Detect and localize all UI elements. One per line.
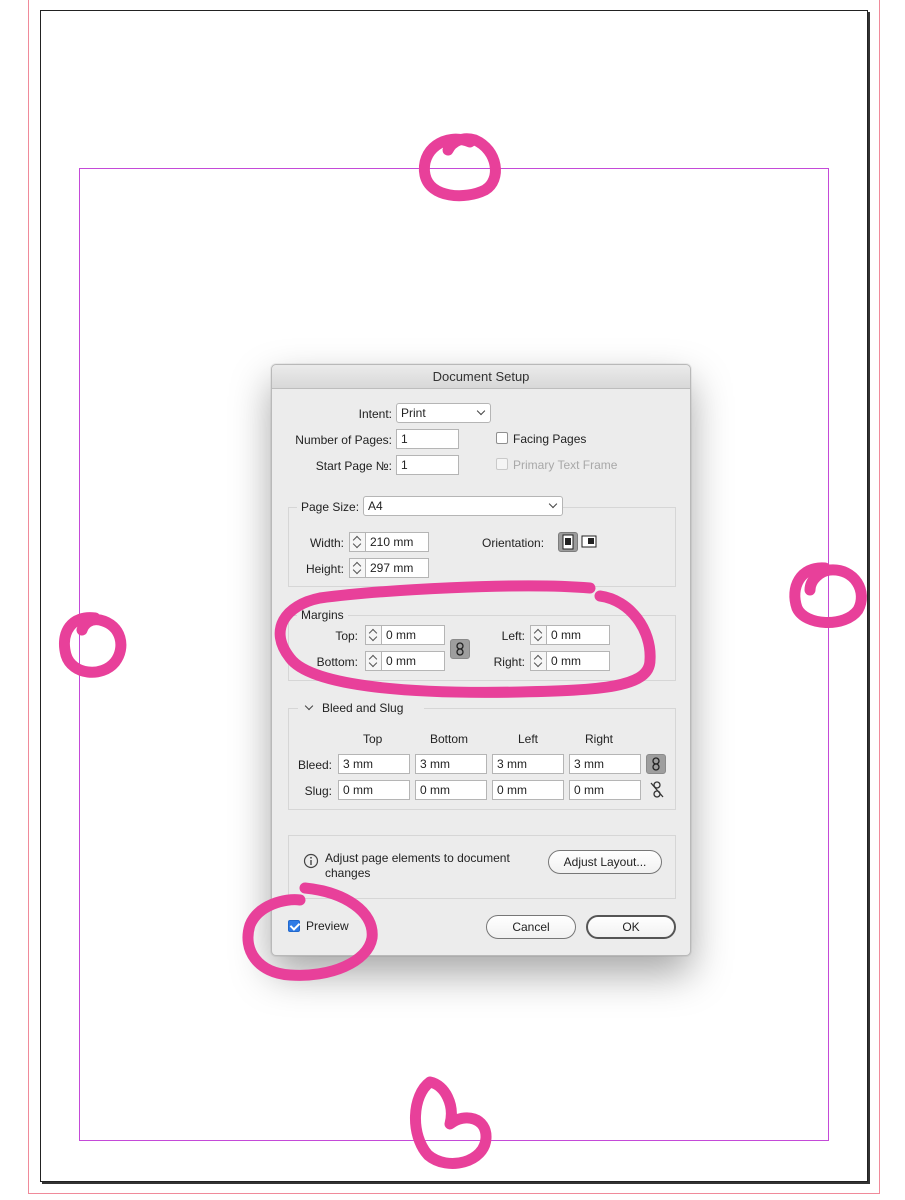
primary-text-frame-checkbox[interactable]	[496, 458, 508, 470]
margin-left-input[interactable]: 0 mm	[546, 625, 610, 645]
width-stepper[interactable]	[349, 532, 365, 552]
bleed-slug-title: Bleed and Slug	[322, 701, 404, 715]
bleed-label: Bleed:	[297, 758, 332, 772]
slug-bottom-input[interactable]: 0 mm	[415, 780, 487, 800]
intent-label: Intent:	[358, 407, 392, 421]
margin-bottom-label: Bottom:	[316, 655, 358, 669]
margin-right-stepper[interactable]	[530, 651, 546, 671]
landscape-orientation-icon[interactable]	[581, 535, 597, 549]
primary-text-frame-label: Primary Text Frame	[513, 458, 618, 472]
bleed-slug-header[interactable]: Bleed and Slug	[298, 701, 424, 715]
bleed-top-input[interactable]: 3 mm	[338, 754, 410, 774]
slug-unlink-icon[interactable]	[649, 781, 665, 799]
margin-left-label: Left:	[501, 629, 525, 643]
width-label: Width:	[309, 536, 344, 550]
column-left: Left	[518, 732, 539, 746]
bleed-left-input[interactable]: 3 mm	[492, 754, 564, 774]
margin-bottom-input[interactable]: 0 mm	[381, 651, 445, 671]
bleed-link-icon[interactable]	[646, 754, 666, 774]
margin-top-label: Top:	[335, 629, 358, 643]
margins-group	[288, 615, 676, 681]
info-icon	[303, 853, 319, 869]
margin-left-stepper[interactable]	[530, 625, 546, 645]
facing-pages-checkbox[interactable]	[496, 432, 508, 444]
slug-label: Slug:	[304, 784, 332, 798]
number-of-pages-input[interactable]: 1	[396, 429, 459, 449]
adjust-layout-button[interactable]: Adjust Layout...	[548, 850, 662, 874]
margin-top-stepper[interactable]	[365, 625, 381, 645]
slug-right-input[interactable]: 0 mm	[569, 780, 641, 800]
margin-bottom-stepper[interactable]	[365, 651, 381, 671]
document-setup-dialog: Document Setup Intent: Print Number of P…	[271, 364, 691, 956]
bleed-bottom-input[interactable]: 3 mm	[415, 754, 487, 774]
intent-value: Print	[401, 406, 426, 420]
chevron-down-icon	[304, 701, 314, 711]
margin-right-input[interactable]: 0 mm	[546, 651, 610, 671]
column-right: Right	[585, 732, 614, 746]
height-stepper[interactable]	[349, 558, 365, 578]
dialog-title: Document Setup	[272, 365, 690, 389]
height-label: Height:	[305, 562, 344, 576]
intent-select[interactable]: Print	[396, 403, 491, 423]
start-page-input[interactable]: 1	[396, 455, 459, 475]
margins-link-icon[interactable]	[450, 639, 470, 659]
chevron-down-icon	[476, 406, 486, 416]
facing-pages-label: Facing Pages	[513, 432, 587, 446]
orientation-label: Orientation:	[482, 536, 545, 550]
page-size-select[interactable]: A4	[363, 496, 563, 516]
preview-checkbox[interactable]	[288, 920, 300, 932]
column-top: Top	[363, 732, 383, 746]
margins-title: Margins	[297, 608, 348, 622]
column-bottom: Bottom	[430, 732, 469, 746]
cancel-button[interactable]: Cancel	[486, 915, 576, 939]
page-size-value: A4	[368, 499, 383, 513]
chevron-down-icon	[548, 499, 558, 509]
slug-left-input[interactable]: 0 mm	[492, 780, 564, 800]
height-input[interactable]: 297 mm	[365, 558, 429, 578]
slug-top-input[interactable]: 0 mm	[338, 780, 410, 800]
bleed-right-input[interactable]: 3 mm	[569, 754, 641, 774]
width-input[interactable]: 210 mm	[365, 532, 429, 552]
page-size-label: Page Size:	[297, 500, 364, 514]
start-page-label: Start Page №:	[315, 459, 392, 473]
number-of-pages-label: Number of Pages:	[295, 433, 392, 447]
ok-button[interactable]: OK	[586, 915, 676, 939]
margin-top-input[interactable]: 0 mm	[381, 625, 445, 645]
preview-label: Preview	[306, 919, 349, 933]
portrait-orientation-icon[interactable]	[558, 532, 578, 552]
margin-right-label: Right:	[493, 655, 525, 669]
adjust-layout-text: Adjust page elements to document changes	[325, 851, 510, 880]
